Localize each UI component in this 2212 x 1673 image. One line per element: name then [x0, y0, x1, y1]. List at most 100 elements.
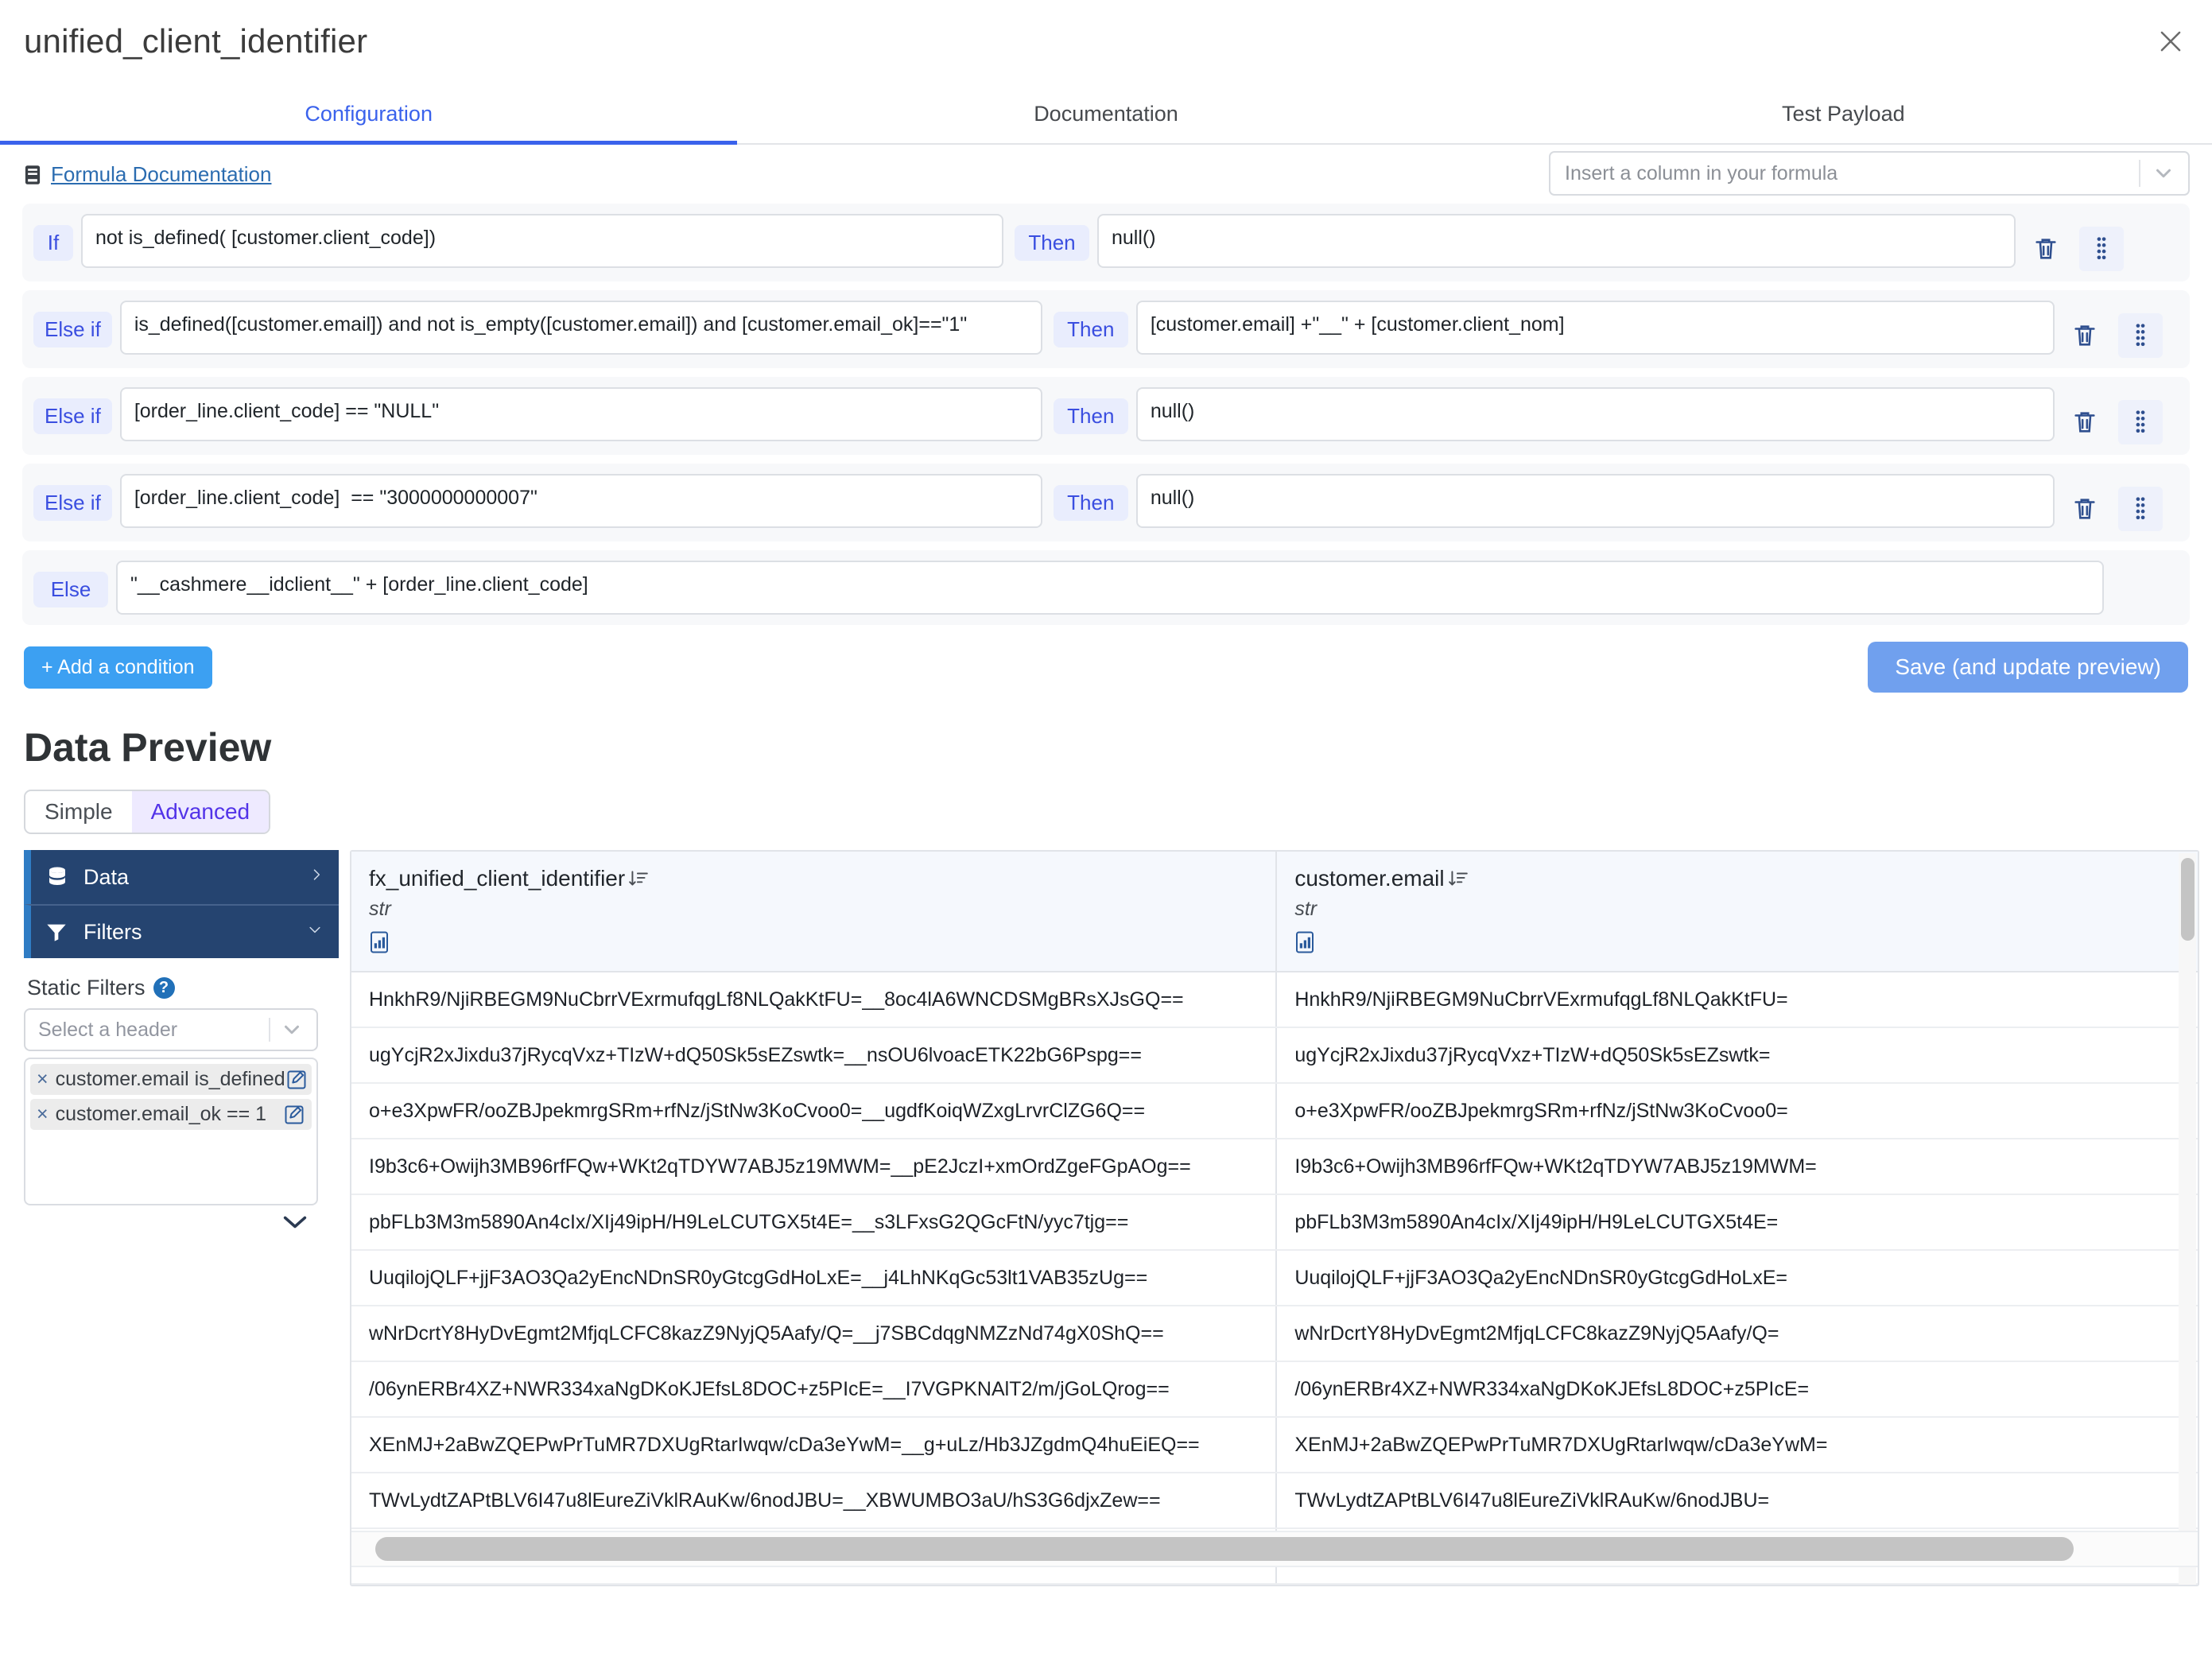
table-vertical-scrollbar[interactable] [2179, 853, 2196, 1585]
delete-condition-button[interactable] [2063, 487, 2107, 531]
table-row: TWvLydtZAPtBLV6I47u8lEureZiVklRAuKw/6nod… [351, 1473, 2198, 1529]
preview-mode-toggle: Simple Advanced [24, 790, 271, 834]
table-cell: pbFLb3M3m5890An4cIx/XIj49ipH/H9LeLCUTGX5… [351, 1194, 1277, 1251]
static-filters-label: Static Filters ? [27, 976, 339, 1000]
edit-icon[interactable] [285, 1069, 308, 1091]
preview-side-panel: Data Filters Static Filters ? Select a h… [24, 850, 339, 1236]
table-header-cell[interactable]: customer.email str [1275, 852, 2198, 972]
table-cell: TWvLydtZAPtBLV6I47u8lEureZiVklRAuKw/6nod… [1275, 1473, 2198, 1529]
trash-icon [2074, 499, 2095, 519]
drag-condition-handle[interactable] [2079, 227, 2124, 271]
sort-desc-icon[interactable] [628, 868, 649, 889]
condition-row: If Then [22, 204, 2190, 281]
tab-documentation[interactable]: Documentation [737, 94, 1474, 143]
table-cell: ugYcjR2xJixdu37jRycqVxz+TIzW+dQ50Sk5sEZs… [351, 1027, 1277, 1084]
table-cell: /06ynERBr4XZ+NWR334xaNgDKoKJEfsL8DOC+z5P… [351, 1361, 1277, 1418]
add-condition-button[interactable]: + Add a condition [24, 646, 212, 689]
table-vertical-scroll-thumb[interactable] [2181, 858, 2195, 941]
action-button-row: + Add a condition Save (and update previ… [0, 634, 2212, 710]
chevron-right-icon [309, 864, 324, 891]
preview-mode-simple[interactable]: Simple [25, 791, 132, 833]
table-cell: UuqilojQLF+jjF3AO3Qa2yEncNDnSR0yGtcgGdHo… [351, 1250, 1277, 1306]
formula-documentation-link[interactable]: Formula Documentation [24, 162, 271, 187]
condition-keyword: Else if [33, 485, 112, 521]
help-circle-icon[interactable]: ? [153, 977, 175, 999]
drag-condition-handle[interactable] [2117, 487, 2163, 531]
column-type: str [369, 898, 391, 920]
condition-expression-input[interactable] [119, 474, 1042, 528]
condition-result-input[interactable] [1135, 387, 2055, 441]
condition-result-input[interactable] [1135, 301, 2055, 355]
table-row: HnkhR9/NjiRBEGM9NuCbrrVExrmufqgLf8NLQakK… [351, 972, 2198, 1028]
condition-expression-input[interactable] [119, 301, 1042, 355]
table-horizontal-scrollbar[interactable] [351, 1531, 2198, 1567]
condition-keyword: Else if [33, 398, 112, 434]
filter-chip[interactable]: × customer.email is_defined [30, 1064, 312, 1095]
condition-expression-input[interactable] [81, 214, 1003, 268]
else-result-input[interactable] [116, 561, 2104, 615]
page-title: unified_client_identifier [24, 22, 368, 60]
insert-column-select[interactable]: Insert a column in your formula [1549, 151, 2190, 196]
drag-condition-handle[interactable] [2117, 400, 2163, 444]
table-row: XEnMJ+2aBwZQEPwPrTuMR7DXUgRtarIwqw/cDa3e… [351, 1417, 2198, 1473]
delete-condition-button[interactable] [2063, 313, 2107, 358]
collapse-panel-button[interactable] [24, 1212, 318, 1236]
table-body: HnkhR9/NjiRBEGM9NuCbrrVExrmufqgLf8NLQakK… [351, 972, 2198, 1585]
trash-icon [2074, 325, 2095, 346]
condition-expression-input[interactable] [119, 387, 1042, 441]
close-icon[interactable] [2150, 21, 2191, 62]
tab-test-payload-label: Test Payload [1782, 101, 1905, 126]
table-cell: /06ynERBr4XZ+NWR334xaNgDKoKJEfsL8DOC+z5P… [1275, 1361, 2198, 1418]
delete-condition-button[interactable] [2063, 400, 2107, 444]
tab-configuration-label: Configuration [305, 101, 433, 126]
drag-handle-icon [2136, 410, 2145, 433]
condition-result-input[interactable] [1135, 474, 2055, 528]
table-horizontal-scroll-thumb[interactable] [375, 1537, 2074, 1561]
database-icon [45, 865, 72, 889]
else-keyword: Else [33, 572, 108, 607]
tab-configuration[interactable]: Configuration [0, 94, 738, 145]
condition-row: Else if Then [22, 377, 2190, 455]
drag-condition-handle[interactable] [2117, 313, 2163, 358]
bar-chart-icon[interactable] [369, 930, 390, 954]
close-icon[interactable]: × [37, 1068, 49, 1091]
sidebar-item-filters-label: Filters [83, 919, 142, 944]
chevron-down-icon [285, 1025, 299, 1034]
bar-chart-icon[interactable] [1294, 930, 1315, 954]
data-preview-table-container: fx_unified_client_identifier str custome… [350, 850, 2199, 1586]
formula-documentation-label: Formula Documentation [51, 162, 272, 186]
book-icon [25, 165, 41, 184]
table-header-cell[interactable]: fx_unified_client_identifier str [351, 852, 1277, 972]
delete-condition-button[interactable] [2024, 227, 2068, 271]
edit-icon[interactable] [283, 1104, 305, 1126]
table-cell: ugYcjR2xJixdu37jRycqVxz+TIzW+dQ50Sk5sEZs… [1275, 1027, 2198, 1084]
select-divider [2139, 160, 2140, 187]
table-cell: wNrDcrtY8HyDvEgmt2MfjqLCFC8kazZ9NyjQ5Aaf… [1275, 1306, 2198, 1362]
select-header-dropdown[interactable]: Select a header [24, 1008, 318, 1051]
then-keyword: Then [1053, 485, 1128, 521]
data-preview-table: fx_unified_client_identifier str custome… [351, 852, 2198, 1585]
close-icon[interactable]: × [37, 1103, 49, 1126]
table-row: /06ynERBr4XZ+NWR334xaNgDKoKJEfsL8DOC+z5P… [351, 1361, 2198, 1418]
preview-mode-advanced[interactable]: Advanced [131, 791, 270, 833]
conditions-list: If Then Else if Then [0, 204, 2212, 625]
table-row: o+e3XpwFR/ooZBJpekmrgSRm+rfNz/jStNw3KoCv… [351, 1083, 2198, 1139]
condition-result-input[interactable] [1097, 214, 2016, 268]
table-cell: o+e3XpwFR/ooZBJpekmrgSRm+rfNz/jStNw3KoCv… [351, 1083, 1277, 1139]
modal-header: unified_client_identifier [0, 0, 2212, 94]
preview-body: Data Filters Static Filters ? Select a h… [0, 850, 2212, 1586]
funnel-icon [45, 921, 72, 943]
chevron-down-icon [283, 1216, 307, 1229]
tab-bar: Configuration Documentation Test Payload [0, 94, 2212, 145]
sort-desc-icon[interactable] [1448, 868, 1469, 889]
filter-chip[interactable]: × customer.email_ok == 1 [30, 1099, 312, 1130]
sidebar-item-filters[interactable]: Filters [24, 904, 339, 958]
condition-keyword: Else if [33, 312, 112, 347]
tab-test-payload[interactable]: Test Payload [1475, 94, 2212, 143]
table-row: I9b3c6+Owijh3MB96rfFQw+WKt2qTDYW7ABJ5z19… [351, 1139, 2198, 1195]
table-cell: XEnMJ+2aBwZQEPwPrTuMR7DXUgRtarIwqw/cDa3e… [351, 1417, 1277, 1473]
save-button[interactable]: Save (and update preview) [1868, 642, 2188, 693]
table-cell: I9b3c6+Owijh3MB96rfFQw+WKt2qTDYW7ABJ5z19… [1275, 1139, 2198, 1195]
sidebar-item-data[interactable]: Data [24, 850, 339, 904]
table-cell: HnkhR9/NjiRBEGM9NuCbrrVExrmufqgLf8NLQakK… [1275, 972, 2198, 1028]
